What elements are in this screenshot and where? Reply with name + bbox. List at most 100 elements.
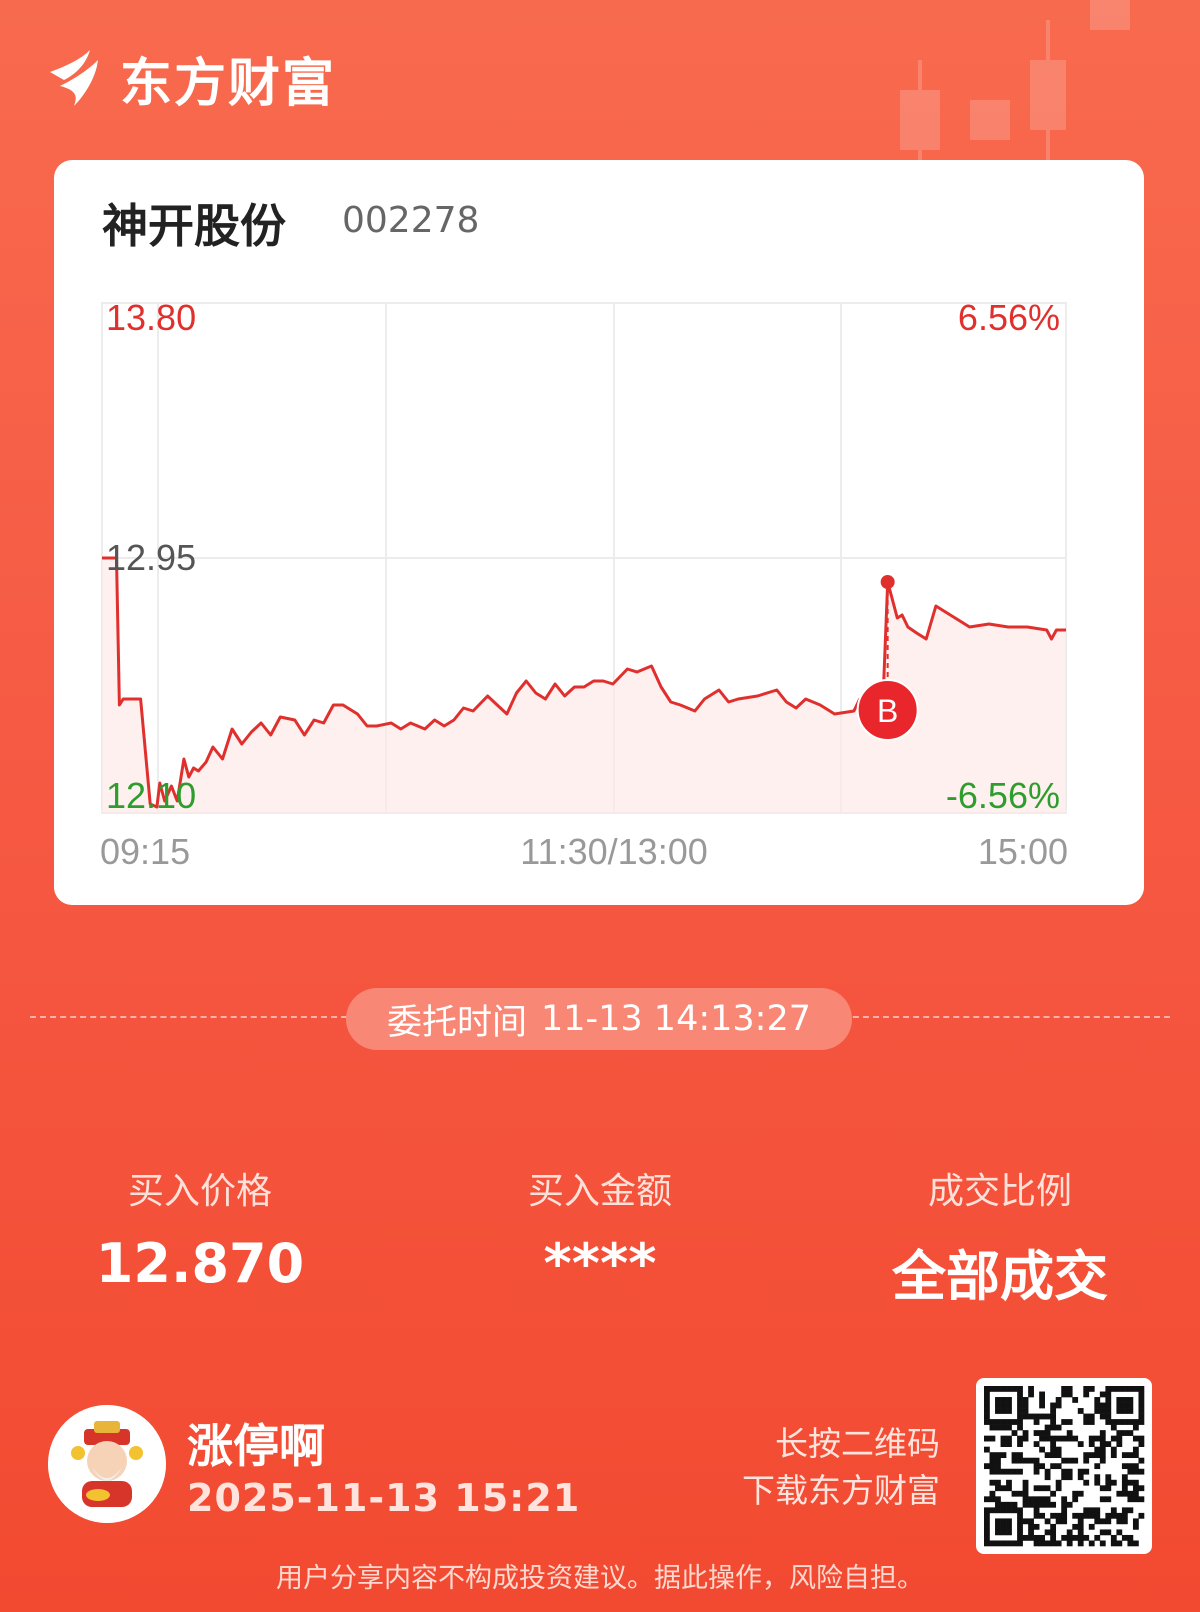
qr-module (1033, 1441, 1040, 1447)
qr-module (1121, 1518, 1128, 1525)
qr-module (1006, 1518, 1012, 1525)
qr-module (995, 1468, 1001, 1475)
qr-module (1110, 1435, 1117, 1442)
qr-module (984, 1540, 990, 1547)
qr-module (995, 1523, 1001, 1530)
qr-module (1077, 1523, 1084, 1530)
qr-module (1017, 1523, 1023, 1530)
qr-module (1022, 1457, 1029, 1464)
qr-module (989, 1435, 996, 1442)
qr-module (984, 1408, 990, 1414)
qr-module (1006, 1529, 1012, 1536)
qr-code[interactable] (976, 1378, 1152, 1554)
qr-module (1066, 1468, 1073, 1475)
qr-module (1116, 1402, 1123, 1409)
qr-module (1132, 1435, 1139, 1442)
qr-module (1127, 1408, 1134, 1414)
qr-module (1132, 1479, 1139, 1486)
qr-module (1083, 1534, 1090, 1541)
qr-module (1017, 1529, 1023, 1536)
qr-module (1083, 1452, 1090, 1459)
qr-module (1088, 1452, 1095, 1459)
qr-module (1000, 1408, 1007, 1414)
qr-module (1099, 1391, 1106, 1398)
qr-module (1110, 1452, 1117, 1459)
qr-module (1099, 1496, 1106, 1503)
qr-module (1006, 1397, 1012, 1403)
qr-module (1022, 1496, 1029, 1503)
qr-module (1105, 1391, 1112, 1398)
qr-module (1061, 1474, 1068, 1481)
qr-module (1039, 1463, 1045, 1470)
qr-module (1121, 1474, 1128, 1481)
qr-module (1099, 1402, 1106, 1409)
qr-module (1121, 1452, 1128, 1459)
qr-module (1044, 1468, 1051, 1475)
qr-module (995, 1540, 1001, 1547)
qr-module (1066, 1529, 1073, 1536)
qr-module (1039, 1446, 1045, 1453)
qr-module (1044, 1452, 1051, 1459)
qr-module (1033, 1463, 1040, 1470)
qr-module (1017, 1518, 1023, 1525)
qr-module (1022, 1518, 1029, 1525)
qr-module (1055, 1479, 1062, 1486)
qr-module (995, 1463, 1001, 1470)
username[interactable]: 涨停啊 (187, 1410, 325, 1476)
qr-module (1022, 1501, 1029, 1508)
qr-module (1066, 1386, 1073, 1392)
qr-module (1061, 1534, 1068, 1541)
qr-module (984, 1518, 990, 1525)
qr-module (1061, 1512, 1068, 1519)
qr-module (995, 1485, 1001, 1492)
buy-marker-label: B (877, 693, 898, 729)
qr-module (1033, 1485, 1040, 1492)
qr-module (1088, 1512, 1095, 1519)
qr-module (1055, 1424, 1062, 1431)
qr-module (1039, 1512, 1045, 1519)
qr-module (1110, 1419, 1117, 1425)
qr-module (1066, 1419, 1073, 1425)
qr-module (984, 1463, 990, 1470)
qr-module (995, 1501, 1001, 1508)
qr-module (1127, 1540, 1134, 1547)
qr-module (1055, 1397, 1062, 1403)
x-label-mid: 11:30/13:00 (520, 831, 708, 872)
qr-module (1094, 1408, 1101, 1414)
qr-module (1061, 1457, 1068, 1464)
qr-module (1000, 1435, 1007, 1442)
qr-module (1022, 1479, 1029, 1486)
qr-module (1061, 1435, 1068, 1442)
qr-module (1072, 1523, 1079, 1530)
qr-module (1006, 1424, 1012, 1431)
qr-module (1000, 1419, 1007, 1425)
qr-module (1006, 1435, 1012, 1442)
qr-module (1127, 1402, 1134, 1409)
qr-module (1066, 1534, 1073, 1541)
qr-module (1044, 1540, 1051, 1547)
qr-module (1000, 1468, 1007, 1475)
qr-module (1044, 1474, 1051, 1481)
qr-module (1000, 1540, 1007, 1547)
qr-module (1055, 1485, 1062, 1492)
avatar[interactable] (48, 1405, 166, 1523)
qr-module (984, 1523, 990, 1530)
qr-module (1022, 1402, 1029, 1409)
qr-module (1099, 1413, 1106, 1420)
qr-module (1017, 1457, 1023, 1464)
qr-module (984, 1402, 990, 1409)
order-time-badge: 委托时间 11-13 14:13:27 (346, 988, 852, 1050)
qr-module (1094, 1463, 1101, 1470)
qr-module (1105, 1474, 1112, 1481)
qr-module (995, 1397, 1001, 1403)
qr-module (1127, 1397, 1134, 1403)
qr-module (1000, 1529, 1007, 1536)
qr-module (1138, 1485, 1145, 1492)
qr-module (1132, 1485, 1139, 1492)
qr-module (1006, 1441, 1012, 1447)
qr-module (1006, 1507, 1012, 1514)
qr-module (1099, 1485, 1106, 1492)
qr-module (1127, 1463, 1134, 1470)
qr-module (1050, 1523, 1057, 1530)
qr-module (1132, 1490, 1139, 1497)
